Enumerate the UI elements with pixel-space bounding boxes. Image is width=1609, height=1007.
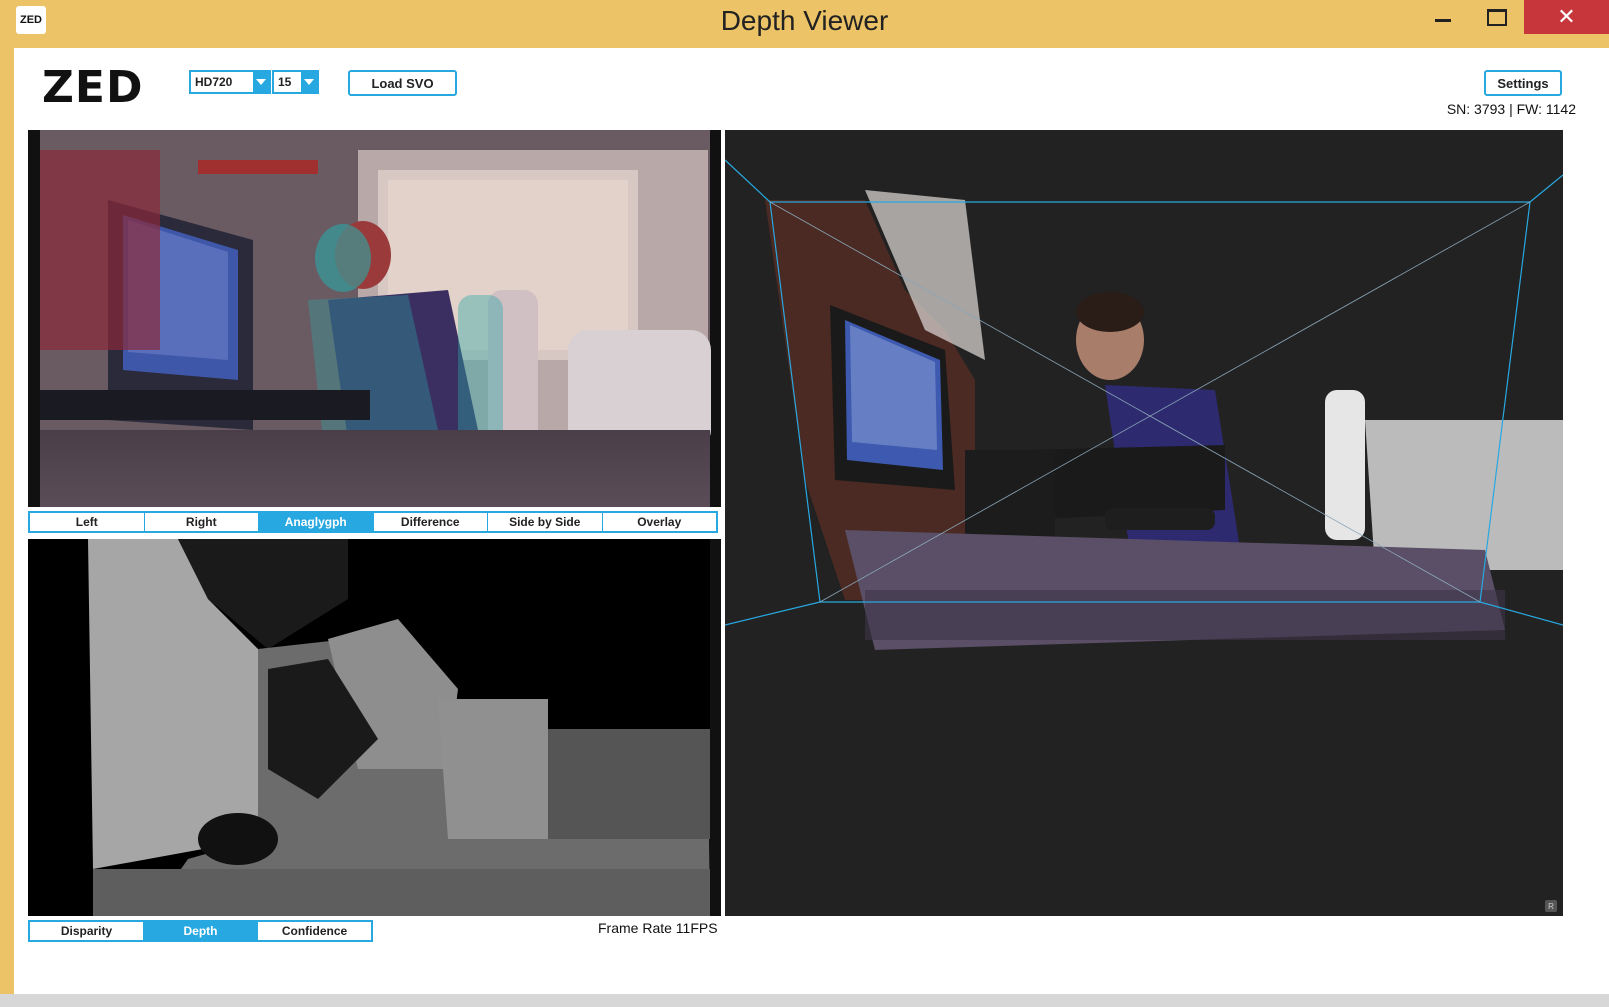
title-bar: ZED Depth Viewer ✕ <box>0 0 1609 48</box>
stereo-image-view[interactable] <box>28 130 721 507</box>
fps-select[interactable]: 15 <box>272 70 319 94</box>
frame-rate-label: Frame Rate 11FPS <box>598 920 718 936</box>
settings-button[interactable]: Settings <box>1484 70 1562 96</box>
point-cloud-render <box>725 130 1563 916</box>
taskbar-strip <box>0 994 1609 1007</box>
anaglyph-image <box>28 130 721 507</box>
resolution-select[interactable]: HD720 <box>189 70 271 94</box>
tab-difference[interactable]: Difference <box>374 513 488 531</box>
tab-overlay[interactable]: Overlay <box>603 513 717 531</box>
tab-side-by-side[interactable]: Side by Side <box>488 513 603 531</box>
tab-anaglyph[interactable]: Anaglygph <box>259 513 374 531</box>
image-view-tabs: Left Right Anaglygph Difference Side by … <box>28 511 718 533</box>
maximize-button[interactable] <box>1470 0 1524 34</box>
serial-firmware-label: SN: 3793 | FW: 1142 <box>1446 101 1576 117</box>
depth-map-image <box>28 539 721 916</box>
depth-map-view[interactable] <box>28 539 721 916</box>
minimize-icon <box>1435 18 1451 22</box>
close-icon: ✕ <box>1557 4 1576 29</box>
load-svo-button[interactable]: Load SVO <box>348 70 457 96</box>
window-title: Depth Viewer <box>720 5 889 36</box>
maximize-icon <box>1487 8 1507 26</box>
tab-right[interactable]: Right <box>145 513 259 531</box>
minimize-button[interactable] <box>1416 0 1470 34</box>
main-window: ZED HD720 15 Load SVO Settings SN: 3793 … <box>14 48 1609 994</box>
tab-confidence[interactable]: Confidence <box>258 922 371 940</box>
zed-logo: ZED <box>42 62 144 113</box>
fps-value: 15 <box>278 75 292 89</box>
point-cloud-view[interactable]: R <box>725 130 1563 916</box>
chevron-down-icon[interactable] <box>301 72 317 92</box>
close-button[interactable]: ✕ <box>1524 0 1609 34</box>
tab-left[interactable]: Left <box>30 513 145 531</box>
chevron-down-icon[interactable] <box>253 72 269 92</box>
reset-view-button[interactable]: R <box>1545 900 1557 912</box>
tab-depth[interactable]: Depth <box>144 922 258 940</box>
depth-view-tabs: Disparity Depth Confidence <box>28 920 373 942</box>
resolution-value: HD720 <box>195 75 233 89</box>
tab-disparity[interactable]: Disparity <box>30 922 144 940</box>
